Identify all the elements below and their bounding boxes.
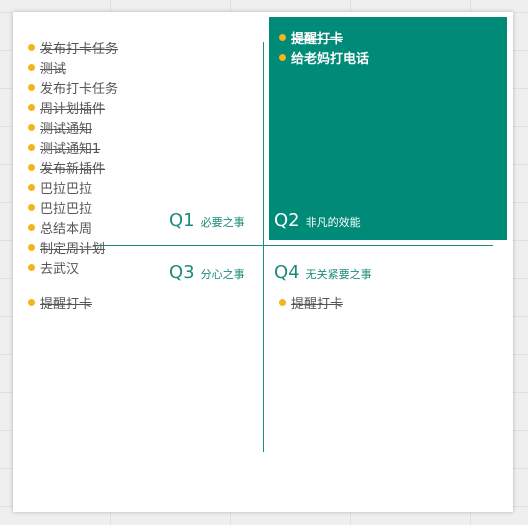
bullet-dot-icon <box>28 243 35 251</box>
task-text: 测试通知 <box>40 121 93 137</box>
task-item[interactable]: 提醒打卡 <box>279 27 369 47</box>
task-text: 制定周计划 <box>40 241 106 257</box>
vertical-axis <box>263 42 264 452</box>
task-item[interactable]: 提醒打卡 <box>279 292 343 312</box>
task-item[interactable]: 周计划插件 <box>28 97 118 117</box>
task-text: 总结本周 <box>40 221 93 237</box>
q2-title: 非凡的效能 <box>305 216 361 229</box>
task-item[interactable]: 测试通知1 <box>28 137 118 157</box>
task-text: 给老妈打电话 <box>291 51 370 67</box>
q3-task-list: 提醒打卡 <box>28 292 92 312</box>
task-text: 巴拉巴拉 <box>40 201 93 217</box>
bullet-dot-icon <box>28 263 35 271</box>
bullet-dot-icon <box>279 53 286 61</box>
task-text: 去武汉 <box>40 261 80 277</box>
q1-number: Q1 <box>169 210 195 231</box>
bullet-dot-icon <box>28 223 35 231</box>
task-text: 周计划插件 <box>40 101 106 117</box>
task-item[interactable]: 发布新插件 <box>28 157 118 177</box>
task-text: 巴拉巴拉 <box>40 181 93 197</box>
q2-number: Q2 <box>274 210 300 231</box>
bullet-dot-icon <box>28 203 35 211</box>
task-item[interactable]: 发布打卡任务 <box>28 37 118 57</box>
bullet-dot-icon <box>28 83 35 91</box>
bullet-dot-icon <box>28 183 35 191</box>
quadrant-card: 发布打卡任务 测试 发布打卡任务 周计划插件 测试通知 测试通知1 发布新插件 巴拉巴拉 巴拉巴… <box>13 12 513 512</box>
bullet-dot-icon <box>28 143 35 151</box>
bullet-dot-icon <box>279 33 286 41</box>
task-text: 提醒打卡 <box>40 296 93 312</box>
q1-label: Q1 必要之事 <box>169 210 245 231</box>
task-item[interactable]: 总结本周 <box>28 217 118 237</box>
task-item[interactable]: 去武汉 <box>28 257 118 277</box>
task-item[interactable]: 测试 <box>28 57 118 77</box>
task-text: 发布新插件 <box>40 161 106 177</box>
q3-number: Q3 <box>169 262 195 283</box>
q1-title: 必要之事 <box>200 216 245 229</box>
task-text: 发布打卡任务 <box>40 41 119 57</box>
q4-label: Q4 无关紧要之事 <box>274 262 372 283</box>
task-text: 测试通知1 <box>40 141 101 157</box>
q4-title: 无关紧要之事 <box>305 268 372 281</box>
bullet-dot-icon <box>28 103 35 111</box>
q3-title: 分心之事 <box>200 268 245 281</box>
q3-label: Q3 分心之事 <box>169 262 245 283</box>
horizontal-axis <box>93 245 493 246</box>
task-item[interactable]: 测试通知 <box>28 117 118 137</box>
task-text: 测试 <box>40 61 67 77</box>
bullet-dot-icon <box>279 298 286 306</box>
task-text: 提醒打卡 <box>291 296 344 312</box>
task-item[interactable]: 巴拉巴拉 <box>28 177 118 197</box>
task-text: 发布打卡任务 <box>40 81 119 97</box>
bullet-dot-icon <box>28 163 35 171</box>
task-item[interactable]: 巴拉巴拉 <box>28 197 118 217</box>
bullet-dot-icon <box>28 43 35 51</box>
task-item[interactable]: 提醒打卡 <box>28 292 92 312</box>
q2-task-list: 提醒打卡给老妈打电话 <box>279 27 369 67</box>
q1-task-list: 发布打卡任务 测试 发布打卡任务 周计划插件 测试通知 测试通知1 发布新插件 巴拉巴拉 巴拉巴… <box>28 37 118 277</box>
bullet-dot-icon <box>28 63 35 71</box>
q4-task-list: 提醒打卡 <box>279 292 343 312</box>
q2-label: Q2 非凡的效能 <box>274 210 361 231</box>
task-item[interactable]: 制定周计划 <box>28 237 118 257</box>
task-text: 提醒打卡 <box>291 31 344 47</box>
bullet-dot-icon <box>28 123 35 131</box>
bullet-dot-icon <box>28 298 35 306</box>
task-item[interactable]: 给老妈打电话 <box>279 47 369 67</box>
q4-number: Q4 <box>274 262 300 283</box>
task-item[interactable]: 发布打卡任务 <box>28 77 118 97</box>
